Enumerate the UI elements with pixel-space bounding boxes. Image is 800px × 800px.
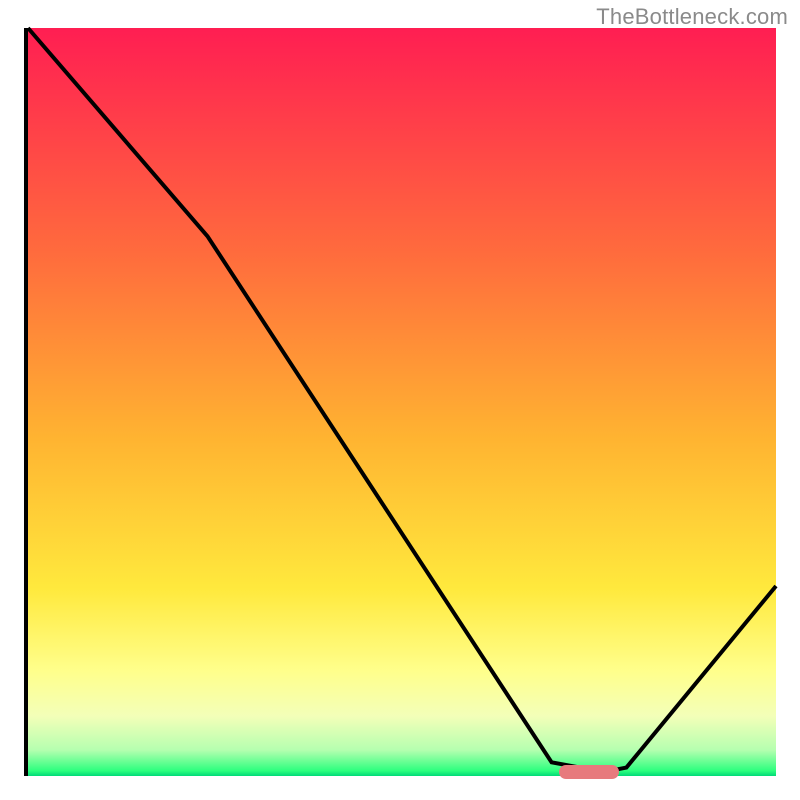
curve-layer [28, 28, 776, 772]
bottleneck-curve [28, 28, 776, 772]
optimal-range-marker [559, 765, 619, 779]
chart-canvas: TheBottleneck.com [0, 0, 800, 800]
watermark-text: TheBottleneck.com [596, 4, 788, 30]
plot-area [24, 28, 776, 776]
